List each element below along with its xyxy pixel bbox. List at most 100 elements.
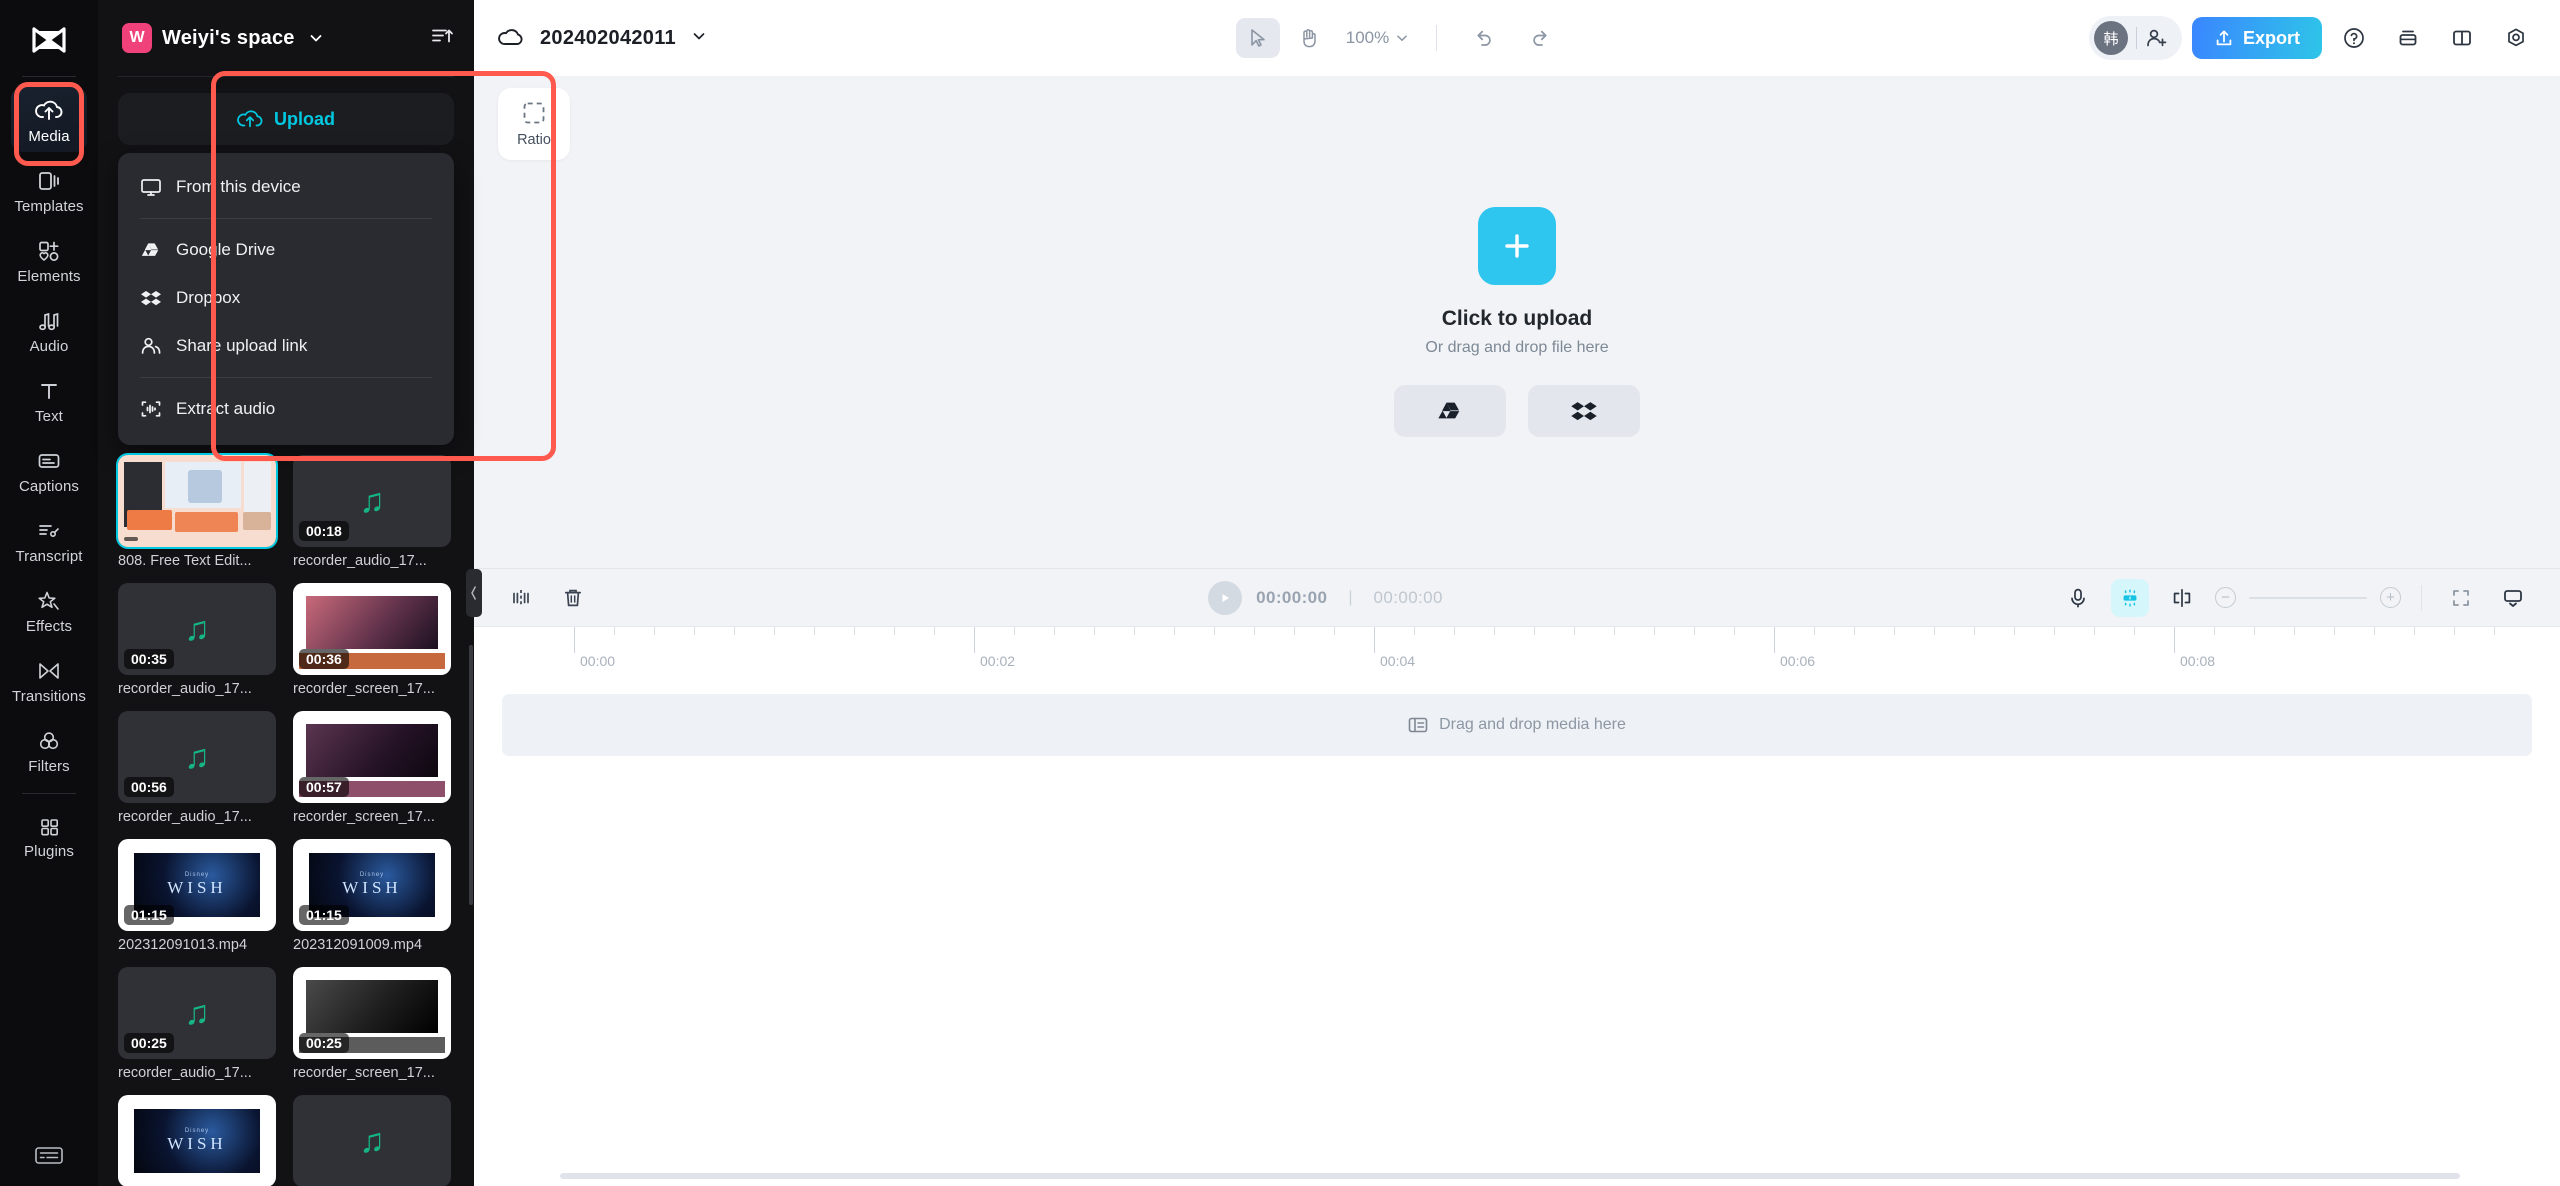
sidebar-item-effects[interactable]: Effects <box>11 579 87 642</box>
collaborators-pill[interactable]: 韩 <box>2089 16 2182 60</box>
zoom-out-button[interactable]: − <box>2215 587 2236 608</box>
timeline-tracks[interactable]: Drag and drop media here <box>474 678 2560 1186</box>
timeline-ruler[interactable]: 00:00 00:02 00:04 00:06 00:08 <box>474 626 2560 678</box>
ruler-tick-major <box>2174 627 2175 653</box>
sidebar-item-captions[interactable]: Captions <box>11 439 87 502</box>
export-button[interactable]: Export <box>2192 17 2323 59</box>
media-item[interactable]: Disney WISH 01:15 202312091009.mp4 <box>293 839 451 953</box>
hand-tool-button[interactable] <box>1286 18 1330 58</box>
sidebar-item-templates[interactable]: Templates <box>11 159 87 222</box>
media-thumbnail[interactable]: Disney WISH 01:15 <box>293 839 451 931</box>
chevron-down-icon[interactable] <box>307 29 325 47</box>
menu-item-share-upload-link[interactable]: Share upload link <box>118 322 454 370</box>
timeline-dropzone[interactable]: Drag and drop media here <box>502 694 2532 756</box>
media-thumbnail[interactable]: ♫ <box>293 1095 451 1186</box>
keyframe-icon <box>2173 588 2191 607</box>
ratio-button[interactable]: Ratio <box>498 88 570 160</box>
media-library-list[interactable]: 808. Free Text Edit... ♫ 00:18 recorder_… <box>98 445 474 1186</box>
sidebar-item-transitions[interactable]: Transitions <box>11 649 87 712</box>
timeline-zoom-slider[interactable]: − + <box>2215 587 2401 608</box>
media-thumbnail[interactable]: ♫ 00:35 <box>118 583 276 675</box>
menu-item-extract-audio[interactable]: Extract audio <box>118 385 454 433</box>
sidebar-item-elements[interactable]: Elements <box>11 229 87 292</box>
split-clip-button[interactable] <box>502 579 540 617</box>
current-time: 00:00:00 <box>1256 587 1328 607</box>
ruler-tick-minor <box>774 627 775 635</box>
media-item[interactable]: 808. Free Text Edit... <box>118 455 276 569</box>
sidebar-item-audio[interactable]: Audio <box>11 299 87 362</box>
sidebar-item-plugins[interactable]: Plugins <box>11 804 87 867</box>
ruler-tick-minor <box>614 627 615 635</box>
plus-icon <box>1505 234 1529 258</box>
panel-resize-handle[interactable] <box>466 569 482 617</box>
play-button[interactable] <box>1208 580 1243 615</box>
menu-item-from-this-device[interactable]: From this device <box>118 163 454 211</box>
ruler-tick-minor <box>1334 627 1335 635</box>
ruler-tick-minor <box>1454 627 1455 635</box>
sidebar-label-captions: Captions <box>18 478 79 495</box>
wish-wordmark: WISH <box>167 1133 227 1153</box>
media-thumbnail[interactable]: Disney WISH 01:15 <box>118 839 276 931</box>
ruler-tick-minor <box>1054 627 1055 635</box>
keyboard-icon[interactable] <box>34 1144 64 1166</box>
dropbox-button[interactable] <box>1528 385 1640 437</box>
fit-to-screen-button[interactable] <box>2442 579 2480 617</box>
undo-button[interactable] <box>1463 18 1507 58</box>
media-thumbnail[interactable]: ♫ 00:56 <box>118 711 276 803</box>
google-drive-button[interactable] <box>1394 385 1506 437</box>
ruler-tick-minor <box>1294 627 1295 635</box>
media-thumbnail[interactable]: 00:25 <box>293 967 451 1059</box>
media-item[interactable]: ♫ <box>293 1095 451 1186</box>
sidebar-item-filters[interactable]: Filters <box>11 719 87 782</box>
project-title-group[interactable]: 202402042011 <box>496 26 708 50</box>
add-media-button[interactable] <box>1478 207 1556 285</box>
media-item[interactable]: 00:36 recorder_screen_17... <box>293 583 451 697</box>
zoom-slider-track[interactable] <box>2249 596 2367 599</box>
media-thumbnail[interactable]: 00:57 <box>293 711 451 803</box>
preview-screen-button[interactable] <box>2494 579 2532 617</box>
help-button[interactable] <box>2332 18 2376 58</box>
select-tool-button[interactable] <box>1235 18 1280 58</box>
media-item[interactable]: ♫ 00:56 recorder_audio_17... <box>118 711 276 825</box>
sidebar-item-transcript[interactable]: Transcript <box>11 509 87 572</box>
redo-button[interactable] <box>1517 18 1561 58</box>
ruler-tick-minor <box>1574 627 1575 635</box>
menu-item-dropbox[interactable]: Dropbox <box>118 274 454 322</box>
sort-ascending-icon[interactable] <box>430 25 454 52</box>
auto-adjust-button[interactable] <box>2111 578 2149 617</box>
upload-button[interactable]: Upload <box>118 93 454 145</box>
delete-button[interactable] <box>554 579 592 617</box>
keyframe-button[interactable] <box>2163 579 2201 617</box>
zoom-level-selector[interactable]: 100% <box>1346 28 1410 48</box>
settings-button[interactable] <box>2494 18 2538 58</box>
media-thumbnail[interactable]: ♫ 00:25 <box>118 967 276 1059</box>
media-thumbnail[interactable]: Disney WISH <box>118 1095 276 1186</box>
panel-scrollbar[interactable] <box>469 645 473 905</box>
media-item[interactable]: Disney WISH <box>118 1095 276 1186</box>
zoom-in-button[interactable]: + <box>2380 587 2401 608</box>
sidebar-item-media[interactable]: Media <box>11 87 87 152</box>
record-voiceover-button[interactable] <box>2059 579 2097 617</box>
media-item[interactable]: ♫ 00:18 recorder_audio_17... <box>293 455 451 569</box>
upload-dropzone[interactable]: Click to upload Or drag and drop file he… <box>1394 207 1640 437</box>
media-thumbnail[interactable]: ♫ 00:18 <box>293 455 451 547</box>
layers-button[interactable] <box>2386 18 2430 58</box>
media-thumbnail[interactable]: 00:36 <box>293 583 451 675</box>
menu-item-google-drive[interactable]: Google Drive <box>118 226 454 274</box>
media-item[interactable]: 00:57 recorder_screen_17... <box>293 711 451 825</box>
ruler-label: 00:08 <box>2180 653 2216 669</box>
panel-layout-button[interactable] <box>2440 18 2484 58</box>
media-item[interactable]: ♫ 00:25 recorder_audio_17... <box>118 967 276 1081</box>
media-item[interactable]: Disney WISH 01:15 202312091013.mp4 <box>118 839 276 953</box>
ruler-tick-minor <box>2454 627 2455 635</box>
media-thumbnail[interactable] <box>118 455 276 547</box>
media-item[interactable]: ♫ 00:35 recorder_audio_17... <box>118 583 276 697</box>
timeline-horizontal-scrollbar[interactable] <box>560 1173 2460 1179</box>
upload-button-label: Upload <box>274 108 335 129</box>
music-note-icon: ♫ <box>184 610 210 648</box>
sidebar-label-audio: Audio <box>29 338 69 355</box>
chevron-down-icon[interactable] <box>690 27 708 50</box>
ruler-tick-minor <box>1614 627 1615 635</box>
media-item[interactable]: 00:25 recorder_screen_17... <box>293 967 451 1081</box>
sidebar-item-text[interactable]: Text <box>11 369 87 432</box>
